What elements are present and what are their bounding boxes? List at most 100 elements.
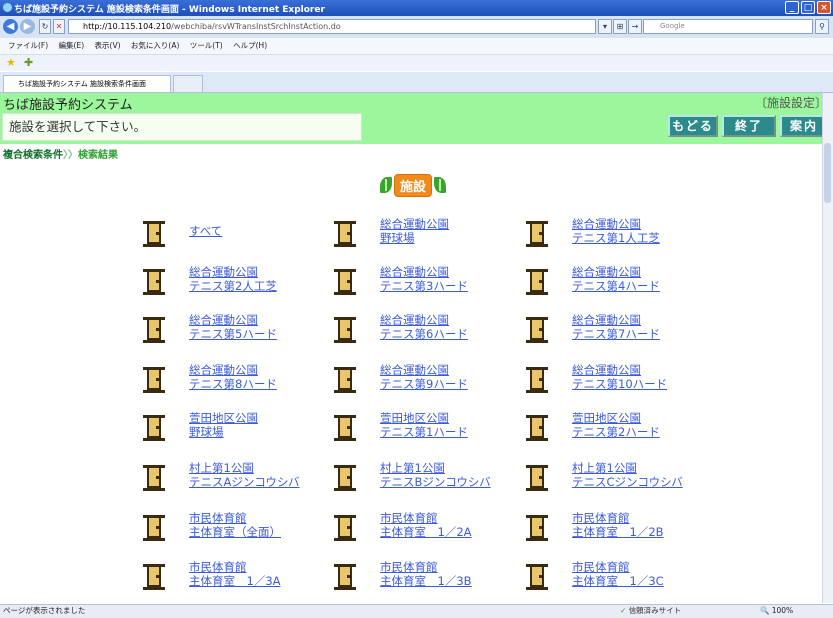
end-button[interactable]: 終了 <box>722 115 776 137</box>
menu-favorites[interactable]: お気に入り(A) <box>131 41 179 50</box>
facility-link[interactable]: 総合運動公園 テニス第1人工芝 <box>572 217 660 245</box>
compat-icon[interactable]: ⊞ <box>613 19 627 34</box>
facility-link[interactable]: 総合運動公園 テニス第8ハード <box>189 363 277 391</box>
facility-item[interactable]: 総合運動公園 テニス第3ハード <box>334 265 518 305</box>
minimize-button[interactable]: _ <box>785 1 799 14</box>
facility-item[interactable]: 村上第1公園 テニスBジンコウシバ <box>334 461 518 501</box>
search-input[interactable]: Google <box>643 19 813 34</box>
facility-item[interactable]: 総合運動公園 テニス第4ハード <box>526 265 710 305</box>
facility-link[interactable]: 総合運動公園 テニス第10ハード <box>572 363 667 391</box>
facility-link[interactable]: すべて <box>189 224 222 238</box>
facility-link[interactable]: 市民体育館 主体育室 1／2B <box>572 511 664 539</box>
door-icon[interactable] <box>334 515 356 541</box>
door-icon[interactable] <box>334 564 356 590</box>
facility-link[interactable]: 総合運動公園 テニス第2人工芝 <box>189 265 277 293</box>
facility-link[interactable]: 市民体育館 主体育室（全面） <box>189 511 281 539</box>
facility-link[interactable]: 市民体育館 主体育室 1／3B <box>380 560 472 588</box>
door-icon[interactable] <box>143 367 165 393</box>
facility-link[interactable]: 萱田地区公園 野球場 <box>189 411 258 439</box>
add-favorite-icon[interactable]: ✚ <box>24 56 33 69</box>
search-icon[interactable]: ⚲ <box>815 19 829 34</box>
door-icon[interactable] <box>143 515 165 541</box>
door-icon[interactable] <box>526 415 548 441</box>
facility-item[interactable]: 萱田地区公園 野球場 <box>143 411 327 451</box>
facility-item[interactable]: 市民体育館 主体育室 1／2B <box>526 511 710 551</box>
facility-link[interactable]: 市民体育館 主体育室 1／3C <box>572 560 664 588</box>
door-icon[interactable] <box>526 367 548 393</box>
zoom-level[interactable]: 🔍 100% <box>760 605 793 617</box>
door-icon[interactable] <box>526 564 548 590</box>
door-icon[interactable] <box>526 465 548 491</box>
facility-link[interactable]: 市民体育館 主体育室 1／2A <box>380 511 472 539</box>
facility-item[interactable]: 総合運動公園 テニス第5ハード <box>143 313 327 353</box>
facility-link[interactable]: 総合運動公園 テニス第4ハード <box>572 265 660 293</box>
facility-link[interactable]: 総合運動公園 テニス第7ハード <box>572 313 660 341</box>
door-icon[interactable] <box>143 415 165 441</box>
door-icon[interactable] <box>334 269 356 295</box>
menu-help[interactable]: ヘルプ(H) <box>233 41 267 50</box>
facility-item[interactable]: 村上第1公園 テニスAジンコウシバ <box>143 461 327 501</box>
facility-item[interactable]: 総合運動公園 野球場 <box>334 217 518 257</box>
facility-item[interactable]: 市民体育館 主体育室 1／3C <box>526 560 710 600</box>
facility-item[interactable]: 市民体育館 主体育室（全面） <box>143 511 327 551</box>
door-icon[interactable] <box>143 269 165 295</box>
facility-link[interactable]: 萱田地区公園 テニス第2ハード <box>572 411 660 439</box>
facility-link[interactable]: 総合運動公園 野球場 <box>380 217 449 245</box>
menu-view[interactable]: 表示(V) <box>95 41 121 50</box>
facility-item[interactable]: 萱田地区公園 テニス第2ハード <box>526 411 710 451</box>
facility-item[interactable]: 総合運動公園 テニス第9ハード <box>334 363 518 403</box>
address-dropdown-icon[interactable]: ▾ <box>598 19 612 34</box>
facility-link[interactable]: 総合運動公園 テニス第5ハード <box>189 313 277 341</box>
facility-item[interactable]: すべて <box>143 217 327 257</box>
facility-item[interactable]: 総合運動公園 テニス第6ハード <box>334 313 518 353</box>
close-window-button[interactable]: × <box>817 1 831 14</box>
maximize-button[interactable]: □ <box>801 1 815 14</box>
address-input[interactable]: http://10.115.104.210/webchiba/rsvWTrans… <box>68 19 596 34</box>
vertical-scrollbar[interactable] <box>822 93 833 603</box>
new-tab-button[interactable] <box>173 75 203 92</box>
facility-item[interactable]: 総合運動公園 テニス第1人工芝 <box>526 217 710 257</box>
facility-link[interactable]: 村上第1公園 テニスAジンコウシバ <box>189 461 300 489</box>
facility-item[interactable]: 市民体育館 主体育室 1／3A <box>143 560 327 600</box>
guide-button[interactable]: 案内 <box>780 115 828 137</box>
door-icon[interactable] <box>143 564 165 590</box>
facility-link[interactable]: 萱田地区公園 テニス第1ハード <box>380 411 468 439</box>
facility-item[interactable]: 総合運動公園 テニス第8ハード <box>143 363 327 403</box>
breadcrumb-condition[interactable]: 複合検索条件 <box>3 150 63 161</box>
door-icon[interactable] <box>526 317 548 343</box>
facility-item[interactable]: 市民体育館 主体育室 1／3B <box>334 560 518 600</box>
door-icon[interactable] <box>334 221 356 247</box>
go-icon[interactable]: → <box>628 19 642 34</box>
facility-item[interactable]: 総合運動公園 テニス第2人工芝 <box>143 265 327 305</box>
door-icon[interactable] <box>526 221 548 247</box>
facility-link[interactable]: 村上第1公園 テニスCジンコウシバ <box>572 461 683 489</box>
scrollbar-thumb[interactable] <box>824 143 831 203</box>
menu-edit[interactable]: 編集(E) <box>59 41 85 50</box>
stop-icon[interactable]: ✕ <box>53 19 65 34</box>
door-icon[interactable] <box>334 415 356 441</box>
door-icon[interactable] <box>526 269 548 295</box>
facility-item[interactable]: 総合運動公園 テニス第10ハード <box>526 363 710 403</box>
facility-item[interactable]: 市民体育館 主体育室 1／2A <box>334 511 518 551</box>
menu-tools[interactable]: ツール(T) <box>190 41 223 50</box>
facility-item[interactable]: 総合運動公園 テニス第7ハード <box>526 313 710 353</box>
door-icon[interactable] <box>143 465 165 491</box>
favorites-star-icon[interactable]: ★ <box>6 56 16 69</box>
facility-item[interactable]: 村上第1公園 テニスCジンコウシバ <box>526 461 710 501</box>
back-button[interactable]: もどる <box>668 115 718 137</box>
facility-link[interactable]: 総合運動公園 テニス第9ハード <box>380 363 468 391</box>
door-icon[interactable] <box>143 317 165 343</box>
facility-link[interactable]: 総合運動公園 テニス第6ハード <box>380 313 468 341</box>
menu-file[interactable]: ファイル(F) <box>8 41 48 50</box>
door-icon[interactable] <box>334 465 356 491</box>
facility-link[interactable]: 市民体育館 主体育室 1／3A <box>189 560 281 588</box>
back-icon[interactable]: ◀ <box>3 19 18 34</box>
facility-item[interactable]: 萱田地区公園 テニス第1ハード <box>334 411 518 451</box>
facility-link[interactable]: 総合運動公園 テニス第3ハード <box>380 265 468 293</box>
refresh-icon[interactable]: ↻ <box>39 19 51 34</box>
door-icon[interactable] <box>526 515 548 541</box>
door-icon[interactable] <box>143 221 165 247</box>
facility-link[interactable]: 村上第1公園 テニスBジンコウシバ <box>380 461 491 489</box>
tab-current[interactable]: ちば施設予約システム 施設検索条件画面 <box>3 75 171 92</box>
forward-icon[interactable]: ▶ <box>20 19 35 34</box>
